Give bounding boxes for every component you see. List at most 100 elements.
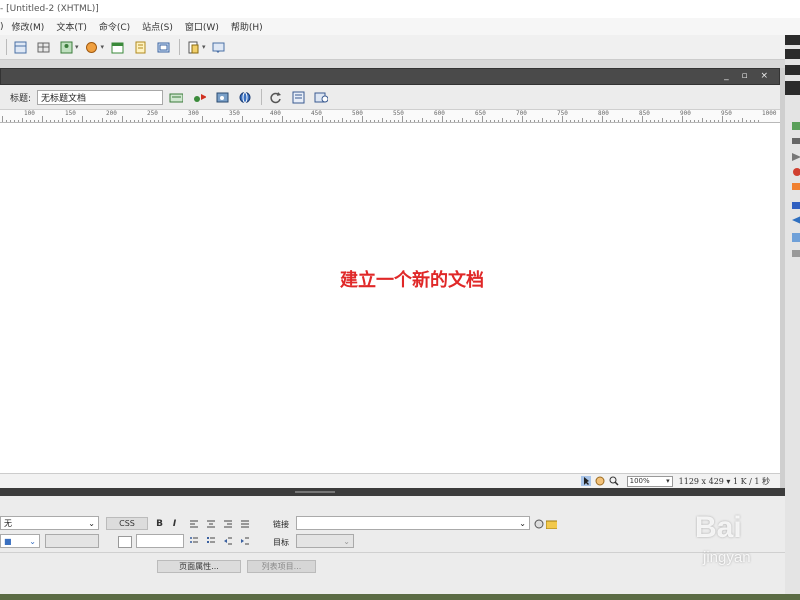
window-size-info[interactable]: 1129 x 429 ▾ 1 K / 1 秒 [679,476,770,487]
template-icon[interactable] [156,40,170,54]
css-button[interactable]: CSS [106,517,148,530]
ruler-tick [670,120,671,122]
ruler-tick [738,120,739,122]
ruler-tick [466,120,467,122]
chevron-down-icon[interactable]: ▾ [75,43,79,51]
ruler-tick [498,120,499,122]
ruler-tick [298,120,299,122]
bold-button[interactable]: B [154,518,165,529]
ruler-tick [386,120,387,122]
font-select[interactable]: ■ ⌄ [0,534,40,548]
ruler-tick [698,120,699,122]
ruler-tick [486,120,487,122]
ruler-tick [646,120,647,122]
ruler-tick [90,120,91,122]
ruler-tick [194,120,195,122]
layout-icon[interactable] [13,40,27,54]
chevron-down-icon[interactable]: ▾ [202,43,206,51]
ruler-tick [586,120,587,122]
toolbar-separator [6,39,7,55]
format-select[interactable]: 无 ⌄ [0,516,99,530]
design-canvas[interactable]: 建立一个新的文档 [0,123,780,473]
date-icon[interactable] [110,40,124,54]
page-properties-button[interactable]: 页面属性... [157,560,241,573]
ruler-tick [474,120,475,122]
size-select[interactable] [45,534,99,548]
ruler-tick [230,120,231,122]
select-tool-icon[interactable] [581,476,592,487]
ruler-tick [638,120,639,122]
point-to-file-icon[interactable] [533,518,544,529]
ruler-tick [42,116,43,122]
ruler-tick [354,120,355,122]
ruler-tick [582,118,583,122]
zoom-select[interactable]: 100% ▾ [626,475,673,487]
ruler-tick [274,120,275,122]
ruler-tick [530,120,531,122]
ruler-tick [730,120,731,122]
status-bar: 100% ▾ 1129 x 429 ▾ 1 K / 1 秒 [0,473,780,488]
chevron-down-icon[interactable]: ▾ [101,43,105,51]
media-icon[interactable] [85,40,99,54]
file-management-icon[interactable] [169,90,184,104]
ruler-tick [558,120,559,122]
target-select[interactable]: ⌄ [296,534,354,548]
check-browser-icon[interactable] [314,90,329,104]
ruler-tick [342,118,343,122]
zoom-tool-icon[interactable] [609,476,620,487]
validate-icon[interactable] [291,90,305,104]
preview-icon[interactable] [192,90,207,104]
ruler-tick [742,118,743,122]
align-left-icon[interactable] [188,518,199,529]
ruler-tick [186,120,187,122]
refresh-icon[interactable] [268,90,282,104]
menu-text[interactable]: 文本(T) [56,20,87,33]
ruler-number: 750 [557,110,568,117]
ruler-tick [254,120,255,122]
color-input[interactable] [136,534,184,548]
ruler-tick [690,120,691,122]
italic-button[interactable]: I [169,518,180,529]
ordered-list-icon[interactable] [205,535,216,546]
zoom-value: 100% [629,477,650,485]
ruler-tick [94,120,95,122]
ruler-tick [414,120,415,122]
folder-icon[interactable] [546,518,557,529]
menu-commands[interactable]: 命令(C) [99,20,130,33]
link-input[interactable]: ⌄ [296,516,530,530]
ruler-tick [14,120,15,122]
ruler-tick [306,120,307,122]
splitter-grip[interactable] [295,491,335,493]
outdent-icon[interactable] [222,535,233,546]
menu-help[interactable]: 帮助(H) [231,20,263,33]
indent-icon[interactable] [239,535,250,546]
align-center-icon[interactable] [205,518,216,529]
hand-tool-icon[interactable] [595,476,606,487]
menu-item-clipped[interactable]: ) [0,22,4,32]
menu-site[interactable]: 站点(S) [142,20,173,33]
snippet-icon[interactable] [186,40,200,54]
justify-icon[interactable] [239,518,250,529]
list-items-button[interactable]: 列表项目... [247,560,316,573]
align-right-icon[interactable] [222,518,233,529]
document-title-input[interactable] [37,89,164,105]
ruler-tick [210,120,211,122]
panel-splitter[interactable] [0,488,785,496]
comment-icon[interactable] [133,40,147,54]
image-icon[interactable] [59,40,73,54]
panel-icons[interactable] [787,120,800,280]
unordered-list-icon[interactable] [188,535,199,546]
menu-modify[interactable]: 修改(M) [12,20,45,33]
tag-icon[interactable] [212,40,226,54]
panel-header [785,35,800,45]
vertical-scrollbar[interactable] [780,68,785,488]
ruler-tick [694,120,695,122]
format-value: 无 [4,518,12,528]
color-picker-icon[interactable] [118,536,132,548]
table-icon[interactable] [36,40,50,54]
ruler-tick [606,120,607,122]
visual-aids-icon[interactable] [238,90,252,104]
menu-window[interactable]: 窗口(W) [185,20,219,33]
view-options-icon[interactable] [215,90,229,104]
window-controls[interactable]: _ ▫ × [724,71,773,81]
